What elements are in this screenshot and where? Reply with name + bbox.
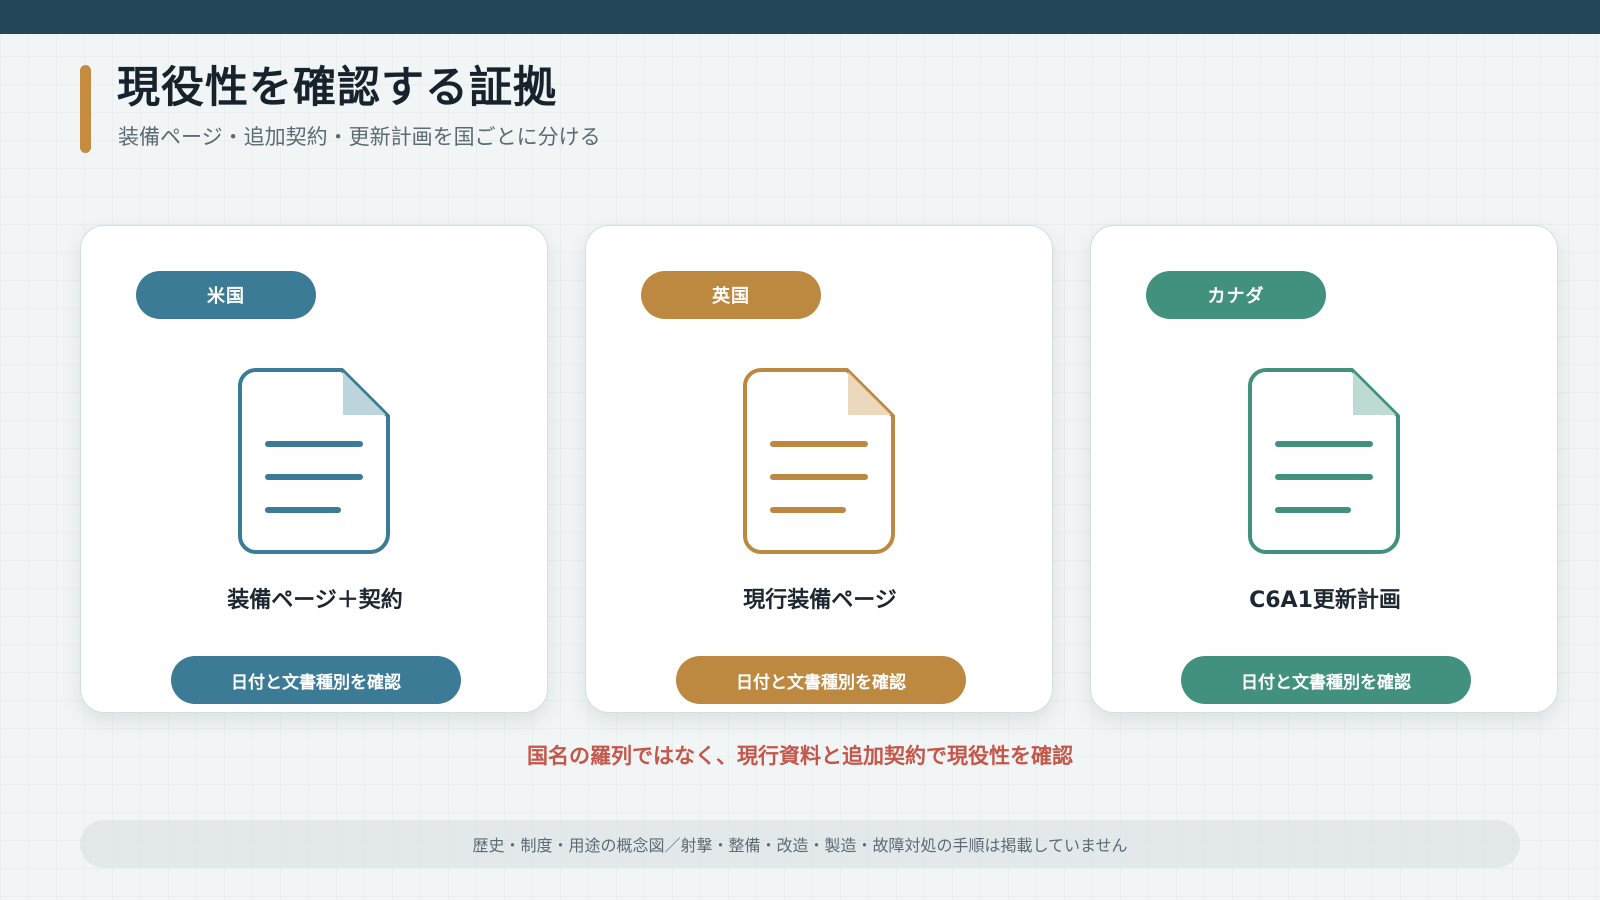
document-type-label: C6A1更新計画 (1249, 588, 1401, 613)
page-title: 現役性を確認する証拠 (117, 63, 557, 113)
country-badge-canada: カナダ (1146, 271, 1326, 319)
check-date-doctype-button-us[interactable]: 日付と文書種別を確認 (171, 656, 461, 704)
page-subtitle: 装備ページ・追加契約・更新計画を国ごとに分ける (118, 125, 601, 149)
country-card-uk: 英国 現行装備ページ 日付と文書種別を確認 (585, 225, 1053, 713)
check-date-doctype-button-uk[interactable]: 日付と文書種別を確認 (676, 656, 966, 704)
country-card-canada: カナダ C6A1更新計画 日付と文書種別を確認 (1090, 225, 1558, 713)
country-badge-us: 米国 (136, 271, 316, 319)
document-icon (1248, 368, 1400, 554)
footer-disclaimer: 歴史・制度・用途の概念図／射撃・整備・改造・製造・故障対処の手順は掲載していませ… (80, 820, 1520, 868)
document-type-label: 現行装備ページ (743, 588, 897, 613)
country-card-us: 米国 装備ページ＋契約 日付と文書種別を確認 (80, 225, 548, 713)
country-badge-uk: 英国 (641, 271, 821, 319)
document-type-label: 装備ページ＋契約 (227, 588, 403, 613)
document-icon (238, 368, 390, 554)
title-accent-bar (80, 65, 91, 153)
footer-disclaimer-text: 歴史・制度・用途の概念図／射撃・整備・改造・製造・故障対処の手順は掲載していませ… (472, 836, 1128, 855)
conclusion-message: 国名の羅列ではなく、現行資料と追加契約で現役性を確認 (527, 744, 1073, 768)
top-bar (0, 0, 1600, 34)
check-date-doctype-button-canada[interactable]: 日付と文書種別を確認 (1181, 656, 1471, 704)
document-icon (743, 368, 895, 554)
